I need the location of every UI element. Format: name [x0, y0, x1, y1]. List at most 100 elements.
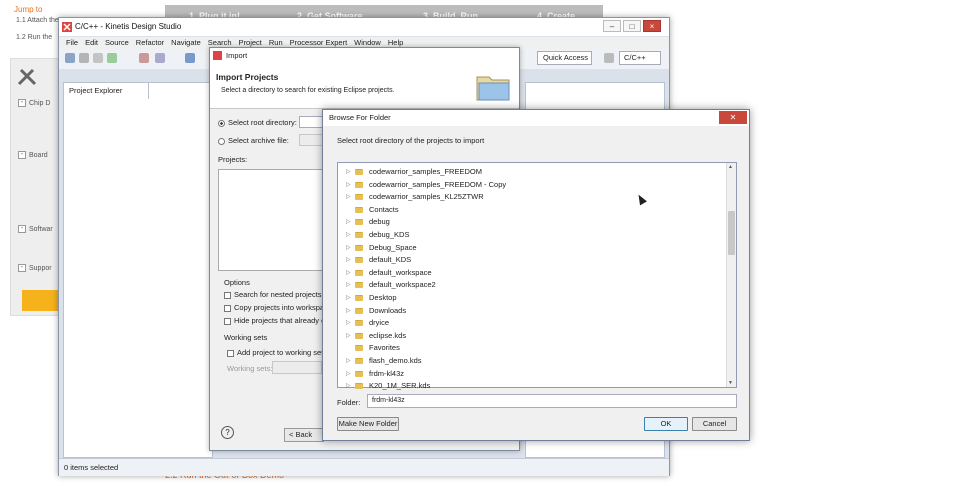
expand-arrow-icon[interactable]: ▷ — [346, 317, 355, 329]
folder-icon — [355, 383, 363, 390]
folder-item[interactable]: ▷ dryice — [346, 317, 389, 329]
scroll-down-icon[interactable]: ▼ — [728, 380, 733, 386]
open-perspective-icon[interactable] — [604, 53, 614, 63]
target-icon[interactable] — [185, 53, 195, 63]
folder-icon — [355, 169, 363, 175]
folder-item[interactable]: ▷ codewarrior_samples_KL25ZTWR — [346, 191, 484, 203]
folder-item[interactable]: ▷ Debug_Space — [346, 242, 417, 254]
folder-item[interactable]: ▷ flash_demo.kds — [346, 355, 422, 367]
add-working-set-checkbox[interactable]: Add project to working sets — [227, 348, 327, 357]
expand-arrow-icon[interactable]: ▷ — [346, 330, 355, 342]
expand-arrow-icon[interactable]: ▷ — [346, 279, 355, 291]
kds-app-icon — [62, 22, 72, 32]
folder-item-label: eclipse.kds — [369, 330, 407, 340]
ok-button[interactable]: OK — [644, 417, 688, 431]
back-button[interactable]: < Back — [284, 428, 324, 442]
folder-input[interactable]: frdm-kl43z — [367, 394, 737, 408]
menu-edit[interactable]: Edit — [85, 37, 98, 49]
expand-arrow-icon[interactable]: ▷ — [346, 216, 355, 228]
minimize-button[interactable]: – — [603, 20, 621, 32]
projects-list[interactable] — [218, 169, 328, 271]
expand-arrow-icon[interactable]: ▷ — [346, 305, 355, 317]
hide-checkbox[interactable]: Hide projects that already exi — [224, 316, 331, 325]
expand-arrow-icon[interactable]: ▷ — [346, 179, 355, 191]
options-label: Options — [224, 278, 250, 287]
folder-scrollbar[interactable]: ▲ ▼ — [726, 163, 736, 387]
menu-file[interactable]: File — [66, 37, 78, 49]
nested-checkbox[interactable]: Search for nested projects — [224, 290, 322, 299]
expand-arrow-icon[interactable]: ▷ — [346, 380, 355, 392]
browse-titlebar: Browse For Folder — [323, 110, 749, 126]
root-dir-input[interactable] — [299, 116, 324, 128]
bg-yellow-button[interactable] — [22, 290, 62, 311]
menu-navigate[interactable]: Navigate — [171, 37, 201, 49]
folder-item-label: flash_demo.kds — [369, 356, 422, 365]
expand-arrow-icon[interactable]: ▷ — [346, 166, 355, 178]
quick-access-field[interactable]: Quick Access — [537, 51, 592, 65]
folder-tree[interactable]: ▷ codewarrior_samples_FREEDOM ▷ codewarrior… — [337, 162, 737, 390]
folder-item[interactable]: ▷ eclipse.kds — [346, 330, 406, 342]
menu-source[interactable]: Source — [105, 37, 129, 49]
root-dir-radio[interactable]: Select root directory: — [218, 118, 297, 127]
expand-arrow-icon[interactable]: ▷ — [346, 242, 355, 254]
folder-item[interactable]: Contacts — [346, 204, 399, 216]
bg-tree-item: - Suppor — [18, 264, 52, 272]
expand-arrow-icon[interactable]: ▷ — [346, 254, 355, 266]
folder-item[interactable]: ▷ default_KDS — [346, 254, 411, 266]
folder-item[interactable]: ▷ Desktop — [346, 292, 397, 304]
make-new-folder-button[interactable]: Make New Folder — [337, 417, 399, 431]
archive-radio[interactable]: Select archive file: — [218, 136, 289, 145]
folder-icon — [355, 282, 363, 289]
folder-item[interactable]: ▷ frdm-kl43z — [346, 368, 404, 380]
folder-item[interactable]: ▷ Downloads — [346, 305, 406, 317]
folder-item-label: Downloads — [369, 305, 407, 315]
refresh-icon[interactable] — [155, 53, 165, 63]
working-sets-input[interactable] — [272, 361, 322, 374]
folder-item[interactable]: ▷ codewarrior_samples_FREEDOM — [346, 166, 482, 178]
save-icon[interactable] — [79, 53, 89, 63]
jump-to-link[interactable]: Jump to — [14, 5, 42, 14]
folder-icon — [355, 295, 363, 301]
bg-step-line: 1.1 Attach the — [16, 17, 59, 24]
import-header: Import Projects Select a directory to se… — [210, 63, 519, 109]
folder-icon — [355, 206, 363, 213]
cancel-button[interactable]: Cancel — [692, 417, 737, 431]
folder-item-label: debug_KDS — [369, 230, 410, 239]
folder-item-label: Favorites — [369, 343, 400, 353]
menu-refactor[interactable]: Refactor — [136, 37, 164, 49]
browse-close-button[interactable]: ✕ — [719, 111, 747, 124]
expand-arrow-icon[interactable]: ▷ — [346, 292, 355, 304]
folder-item[interactable]: Favorites — [346, 342, 400, 354]
bg-tree-item: - Board — [18, 151, 48, 159]
build-icon[interactable] — [107, 53, 117, 63]
close-button[interactable]: × — [643, 20, 661, 32]
folder-item[interactable]: ▷ default_workspace — [346, 267, 432, 279]
working-sets-field-label: Working sets: — [227, 364, 273, 373]
folder-item-label: codewarrior_samples_FREEDOM — [369, 167, 482, 176]
folder-item[interactable]: ▷ debug_KDS — [346, 229, 409, 241]
folder-item[interactable]: ▷ codewarrior_samples_FREEDOM - Copy — [346, 179, 506, 191]
expand-arrow-icon[interactable]: ▷ — [346, 267, 355, 279]
debug-icon[interactable] — [139, 53, 149, 63]
bg-tree-item: - Softwar — [18, 225, 53, 233]
perspective-c-cpp[interactable]: C/C++ — [619, 51, 661, 65]
expand-arrow-icon[interactable]: ▷ — [346, 191, 355, 203]
maximize-button[interactable]: □ — [623, 20, 641, 32]
scroll-up-icon[interactable]: ▲ — [728, 164, 733, 170]
expand-arrow-icon[interactable]: ▷ — [346, 229, 355, 241]
import-heading: Import Projects — [216, 72, 279, 82]
print-icon[interactable] — [93, 53, 103, 63]
project-explorer-tab[interactable]: Project Explorer — [64, 83, 149, 99]
archive-input[interactable] — [299, 134, 324, 146]
folder-item[interactable]: ▷ default_workspace2 — [346, 279, 436, 291]
copy-checkbox[interactable]: Copy projects into workspac — [224, 303, 328, 312]
expand-arrow-icon[interactable]: ▷ — [346, 368, 355, 380]
new-icon[interactable] — [65, 53, 75, 63]
expand-arrow-icon[interactable]: ▷ — [346, 355, 355, 367]
folder-item-label: Debug_Space — [369, 242, 417, 252]
folder-item[interactable]: ▷ K20_1M_SER.kds — [346, 380, 430, 392]
folder-icon — [355, 244, 363, 251]
folder-item[interactable]: ▷ debug — [346, 216, 390, 228]
scroll-thumb[interactable] — [728, 211, 735, 255]
help-icon[interactable]: ? — [221, 426, 234, 439]
